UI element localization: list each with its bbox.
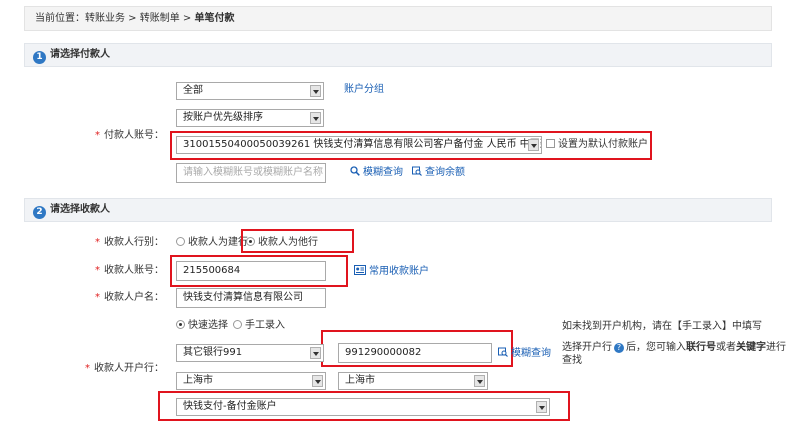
select-value: 上海市 — [183, 375, 213, 386]
hint-text: 或者 — [716, 342, 736, 353]
common-accounts-link[interactable]: 常用收款账户 — [354, 264, 429, 280]
required-marker: * — [95, 292, 100, 303]
balance-search-icon — [412, 166, 422, 176]
payee-bank-type-label: * 收款人行别： — [74, 235, 164, 251]
contact-card-icon — [354, 265, 366, 275]
account-search-input[interactable]: 请输入模糊账号或模糊账户名称 — [176, 163, 326, 183]
hint-keyword: 联行号 — [686, 342, 716, 353]
chevron-down-icon — [536, 401, 547, 413]
breadcrumb-transfer[interactable]: 转账业务 — [85, 13, 125, 24]
payer-account-select[interactable]: 310015504000500392​61 快钱支付清算信息有限公司客户备付金 … — [176, 136, 542, 154]
province-select[interactable]: 上海市 — [176, 372, 326, 390]
hint-keyword: 关键字 — [736, 342, 766, 353]
breadcrumb: 当前位置：转账业务 > 转账制单 > 单笔付款 — [24, 6, 772, 31]
label-text: 收款人行别： — [104, 237, 164, 248]
label-text: 收款人开户行： — [94, 363, 164, 374]
breadcrumb-separator: > — [125, 13, 140, 24]
bank-code-input[interactable]: 991290000082 — [338, 343, 492, 363]
section-payer-header: 1 请选择付款人 — [24, 43, 772, 67]
section-payee-header: 2 请选择收款人 — [24, 198, 772, 222]
select-bank-hint-line2: 查找 — [562, 355, 582, 366]
sort-order-select[interactable]: 按账户优先级排序 — [176, 109, 324, 127]
step-number-icon: 1 — [33, 51, 46, 64]
radio-button[interactable] — [176, 320, 185, 329]
required-marker: * — [95, 130, 100, 141]
radio-label: 手工录入 — [245, 320, 285, 331]
payee-bank-label: * 收款人开户行： — [74, 361, 164, 377]
account-group-link[interactable]: 账户分组 — [344, 82, 384, 98]
help-icon[interactable]: ? — [614, 343, 624, 353]
chevron-down-icon — [310, 112, 321, 124]
default-account-option[interactable]: 设置为默认付款账户 — [546, 137, 648, 153]
query-balance-link[interactable]: 查询余额 — [412, 165, 465, 181]
payee-account-input[interactable]: 215500684 — [176, 261, 326, 281]
bank-fuzzy-search-link[interactable]: 模糊查询 — [498, 346, 551, 362]
label-text: 收款人户名： — [104, 292, 164, 303]
search-icon — [350, 166, 360, 176]
select-value: 全部 — [183, 85, 203, 96]
hint-text: 进行 — [766, 342, 786, 353]
fuzzy-search-link[interactable]: 模糊查询 — [350, 165, 403, 181]
breadcrumb-prefix: 当前位置： — [35, 13, 85, 24]
checkbox-label: 设置为默认付款账户 — [558, 139, 648, 150]
chevron-down-icon — [312, 375, 323, 387]
breadcrumb-separator: > — [179, 13, 195, 24]
payee-name-label: * 收款人户名： — [74, 290, 164, 306]
chevron-down-icon — [474, 375, 485, 387]
breadcrumb-current: 单笔付款 — [194, 13, 235, 24]
city-select[interactable]: 上海市 — [338, 372, 488, 390]
select-value: 按账户优先级排序 — [183, 112, 263, 123]
hint-text: 选择开户行 — [562, 342, 612, 353]
chevron-down-icon — [528, 139, 539, 151]
radio-payee-ccb[interactable]: 收款人为建行 — [176, 235, 248, 251]
payee-bank-select[interactable]: 其它银行991 — [176, 344, 324, 362]
payer-account-label: * 付款人账号： — [74, 128, 164, 144]
select-value: 310015504000500392​61 快钱支付清算信息有限公司客户备付金 … — [183, 139, 542, 150]
select-bank-hint: 选择开户行? 后，您可输入联行号或者关键字进行 — [562, 340, 786, 356]
bank-search-icon — [498, 347, 508, 357]
link-text: 查询余额 — [425, 167, 465, 178]
default-account-checkbox[interactable] — [546, 139, 555, 148]
link-text: 模糊查询 — [363, 167, 403, 178]
chevron-down-icon — [310, 85, 321, 97]
link-text: 常用收款账户 — [369, 266, 429, 277]
select-value: 其它银行991 — [183, 347, 243, 358]
radio-manual-entry[interactable]: 手工录入 — [233, 318, 285, 334]
section-title: 请选择付款人 — [50, 49, 110, 60]
radio-quick-select[interactable]: 快速选择 — [176, 318, 228, 334]
account-group-select[interactable]: 全部 — [176, 82, 324, 100]
breadcrumb-voucher[interactable]: 转账制单 — [140, 13, 180, 24]
step-number-icon: 2 — [33, 206, 46, 219]
radio-button[interactable] — [176, 237, 185, 246]
payee-account-label: * 收款人账号： — [74, 263, 164, 279]
link-text: 模糊查询 — [511, 348, 551, 359]
label-text: 付款人账号： — [104, 130, 164, 141]
chevron-down-icon — [310, 347, 321, 359]
required-marker: * — [95, 265, 100, 276]
radio-label: 快速选择 — [188, 320, 228, 331]
manual-entry-hint: 如未找到开户机构，请在【手工录入】中填写 — [562, 321, 762, 332]
radio-label: 收款人为建行 — [188, 237, 248, 248]
radio-button[interactable] — [233, 320, 242, 329]
select-value: 上海市 — [345, 375, 375, 386]
required-marker: * — [85, 363, 90, 374]
radio-button[interactable] — [246, 237, 255, 246]
section-title: 请选择收款人 — [50, 204, 110, 215]
select-value: 快钱支付-备付金账户 — [183, 401, 277, 412]
payee-name-input[interactable]: 快钱支付清算信息有限公司 — [176, 288, 326, 308]
branch-select[interactable]: 快钱支付-备付金账户 — [176, 398, 550, 416]
hint-text: 后，您可输入 — [626, 342, 686, 353]
required-marker: * — [95, 237, 100, 248]
radio-payee-other-bank[interactable]: 收款人为他行 — [246, 235, 318, 251]
radio-label: 收款人为他行 — [258, 237, 318, 248]
label-text: 收款人账号： — [104, 265, 164, 276]
